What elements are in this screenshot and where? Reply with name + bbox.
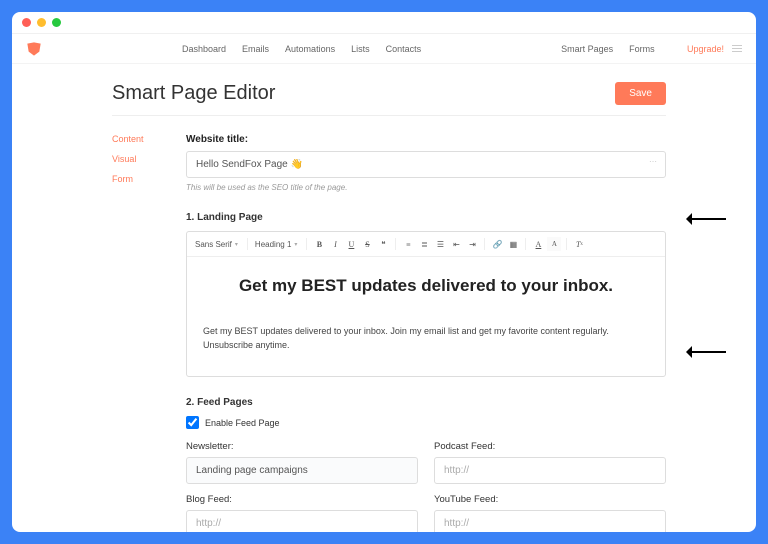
feed-section-heading: 2. Feed Pages [186, 397, 666, 408]
align-left-button[interactable]: ≡ [401, 237, 415, 251]
website-title-label: Website title: [186, 134, 666, 145]
nav-automations[interactable]: Automations [285, 44, 335, 54]
page-header: Smart Page Editor Save [112, 82, 666, 116]
secondary-nav: Smart Pages Forms [561, 44, 655, 54]
titlebar [12, 12, 756, 34]
nav-contacts[interactable]: Contacts [386, 44, 422, 54]
editor-paragraph[interactable]: Get my BEST updates delivered to your in… [203, 325, 649, 352]
nav-forms[interactable]: Forms [629, 44, 655, 54]
strike-button[interactable]: S [360, 237, 374, 251]
youtube-label: YouTube Feed: [434, 494, 666, 505]
editor-content: Website title: ⋯ This will be used as th… [186, 134, 666, 532]
chevron-down-icon: ▾ [294, 241, 297, 248]
annotation-arrow-icon [680, 346, 726, 358]
maximize-icon[interactable] [52, 18, 61, 27]
topbar: Dashboard Emails Automations Lists Conta… [12, 34, 756, 64]
nav-dashboard[interactable]: Dashboard [182, 44, 226, 54]
drag-handle-icon[interactable]: ⋯ [649, 157, 658, 166]
close-icon[interactable] [22, 18, 31, 27]
tab-visual[interactable]: Visual [112, 154, 162, 164]
upgrade-link[interactable]: Upgrade! [687, 44, 724, 54]
main-content: Smart Page Editor Save Content Visual Fo… [12, 64, 756, 532]
clear-format-button[interactable]: Tx [572, 237, 586, 251]
style-select[interactable]: Heading 1▾ [253, 240, 302, 249]
minimize-icon[interactable] [37, 18, 46, 27]
blog-label: Blog Feed: [186, 494, 418, 505]
annotation-arrow-icon [680, 213, 726, 225]
outdent-button[interactable]: ⇥ [465, 237, 479, 251]
ordered-list-button[interactable]: ≣ [417, 237, 431, 251]
bold-button[interactable]: B [312, 237, 326, 251]
app-window: Dashboard Emails Automations Lists Conta… [12, 12, 756, 532]
menu-icon[interactable] [732, 45, 742, 52]
save-button[interactable]: Save [615, 82, 666, 105]
underline-button[interactable]: U [344, 237, 358, 251]
blog-input[interactable] [186, 510, 418, 532]
enable-feed-label: Enable Feed Page [205, 418, 280, 428]
podcast-label: Podcast Feed: [434, 441, 666, 452]
newsletter-label: Newsletter: [186, 441, 418, 452]
editor-toolbar: Sans Serif▾ Heading 1▾ B I U S ❝ ≡ ≣ ☰ ⇤ [187, 232, 665, 257]
nav-emails[interactable]: Emails [242, 44, 269, 54]
podcast-input[interactable] [434, 457, 666, 484]
nav-lists[interactable]: Lists [351, 44, 370, 54]
rich-text-editor: Sans Serif▾ Heading 1▾ B I U S ❝ ≡ ≣ ☰ ⇤ [186, 231, 666, 377]
logo-icon [26, 41, 42, 57]
tab-content[interactable]: Content [112, 134, 162, 144]
nav-smartpages[interactable]: Smart Pages [561, 44, 613, 54]
editor-tabs: Content Visual Form [112, 134, 162, 532]
text-color-button[interactable]: A [531, 237, 545, 251]
editor-body[interactable]: Get my BEST updates delivered to your in… [187, 257, 665, 376]
tab-form[interactable]: Form [112, 174, 162, 184]
font-select[interactable]: Sans Serif▾ [193, 240, 242, 249]
main-nav: Dashboard Emails Automations Lists Conta… [182, 44, 421, 54]
quote-button[interactable]: ❝ [376, 237, 390, 251]
unordered-list-button[interactable]: ☰ [433, 237, 447, 251]
bg-color-button[interactable]: A [547, 237, 561, 251]
editor-headline[interactable]: Get my BEST updates delivered to your in… [203, 275, 649, 297]
enable-feed-checkbox[interactable] [186, 416, 199, 429]
enable-feed-row[interactable]: Enable Feed Page [186, 416, 666, 429]
landing-section-heading: 1. Landing Page [186, 212, 666, 223]
page-title: Smart Page Editor [112, 82, 275, 105]
indent-button[interactable]: ⇤ [449, 237, 463, 251]
italic-button[interactable]: I [328, 237, 342, 251]
newsletter-select[interactable] [186, 457, 418, 484]
link-button[interactable]: 🔗 [490, 237, 504, 251]
chevron-down-icon: ▾ [235, 241, 238, 248]
youtube-input[interactable] [434, 510, 666, 532]
image-button[interactable]: ▦ [506, 237, 520, 251]
website-title-hint: This will be used as the SEO title of th… [186, 183, 666, 192]
feeds-grid: Newsletter: Podcast Feed: Blog Feed: You… [186, 441, 666, 532]
website-title-input[interactable] [186, 151, 666, 178]
